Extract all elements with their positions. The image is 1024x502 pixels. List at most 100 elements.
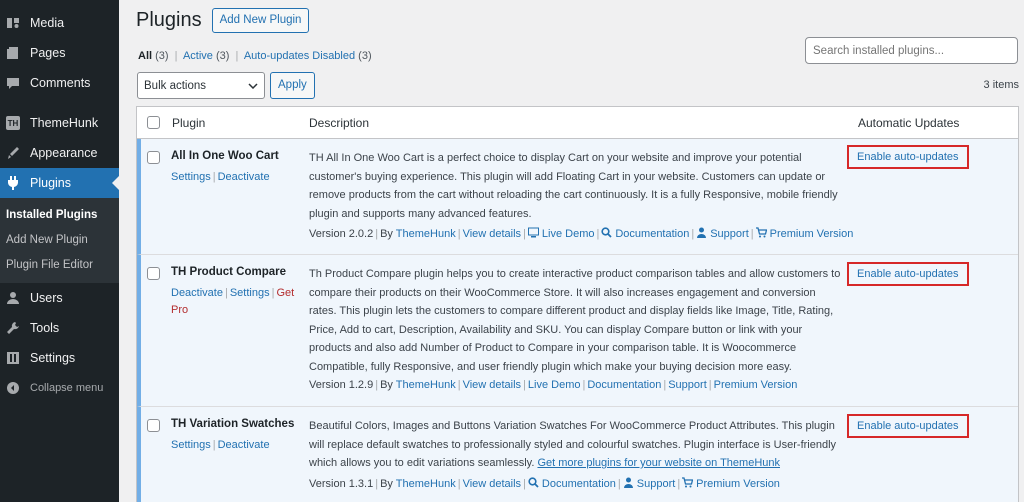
author-link[interactable]: ThemeHunk <box>396 228 456 240</box>
plugin-name: TH Product Compare <box>171 266 287 278</box>
view-details-link[interactable]: View details <box>463 478 522 490</box>
menu-label: Settings <box>30 351 76 365</box>
user-icon <box>697 227 707 238</box>
menu-item-tools[interactable]: Tools <box>0 313 119 343</box>
filter-separator: | <box>174 50 178 62</box>
bulk-actions-value: Bulk actions <box>144 79 207 92</box>
enable-auto-updates-link[interactable]: Enable auto-updates <box>847 414 969 438</box>
menu-item-plugins[interactable]: Plugins <box>0 168 119 198</box>
cart-icon <box>682 477 694 488</box>
collapse-icon <box>6 381 20 395</box>
plugin-actions: Settings | Deactivate <box>171 169 286 186</box>
plugin-name: All In One Woo Cart <box>171 150 279 162</box>
search-icon <box>601 227 612 238</box>
plugin-meta: Version 2.0.2 | By ThemeHunk | View details |… <box>309 227 854 240</box>
plugins-table: Plugin Description Automatic Updates All… <box>136 106 1019 502</box>
settings-link[interactable]: Settings <box>171 171 211 183</box>
bulk-actions-select[interactable]: Bulk actions <box>137 72 265 99</box>
themehunk-icon: TH <box>6 116 20 130</box>
support-link[interactable]: Support <box>668 379 707 391</box>
plugin-description: TH All In One Woo Cart is a perfect choi… <box>309 152 838 220</box>
filter-separator: | <box>235 50 239 62</box>
filter-all[interactable]: All (3) <box>138 50 169 62</box>
premium-version-link[interactable]: Premium Version <box>714 379 798 391</box>
collapse-menu-button[interactable]: Collapse menu <box>0 373 119 403</box>
user-icon <box>623 477 633 488</box>
apply-button[interactable]: Apply <box>270 72 315 99</box>
plugin-name: TH Variation Swatches <box>171 418 295 430</box>
add-new-plugin-button[interactable]: Add New Plugin <box>211 8 310 33</box>
support-link[interactable]: Support <box>623 477 675 490</box>
submenu-installed-plugins[interactable]: Installed Plugins <box>0 202 119 227</box>
settings-link[interactable]: Settings <box>171 439 211 451</box>
filter-autoupdates-disabled[interactable]: Auto-updates Disabled (3) <box>244 50 372 62</box>
live-demo-link[interactable]: Live Demo <box>528 379 581 391</box>
search-icon <box>528 477 539 488</box>
author-link[interactable]: ThemeHunk <box>396 379 456 391</box>
deactivate-link[interactable]: Deactivate <box>218 171 270 183</box>
row-checkbox[interactable] <box>147 151 160 164</box>
menu-label: Collapse menu <box>30 382 104 394</box>
enable-auto-updates-link[interactable]: Enable auto-updates <box>847 262 969 286</box>
view-details-link[interactable]: View details <box>463 228 522 240</box>
filter-active[interactable]: Active (3) <box>183 50 229 62</box>
chevron-down-icon <box>248 80 258 92</box>
menu-label: Tools <box>30 321 60 335</box>
author-link[interactable]: ThemeHunk <box>396 478 456 490</box>
action-separator: | <box>212 171 216 183</box>
deactivate-link[interactable]: Deactivate <box>218 439 270 451</box>
pages-icon <box>6 46 20 60</box>
support-link[interactable]: Support <box>696 227 749 240</box>
enable-auto-updates-link[interactable]: Enable auto-updates <box>847 145 969 169</box>
live-demo-link[interactable]: Live Demo <box>527 227 595 240</box>
premium-version-link[interactable]: Premium Version <box>755 227 853 240</box>
tools-icon <box>6 321 20 335</box>
menu-label: Pages <box>30 46 66 60</box>
submenu-add-new-plugin[interactable]: Add New Plugin <box>0 227 119 252</box>
plugin-actions: Deactivate | Settings | Get Pro <box>171 285 294 319</box>
plugins-submenu: Installed Plugins Add New Plugin Plugin … <box>0 198 119 283</box>
items-count: 3 items <box>983 79 1019 91</box>
documentation-link[interactable]: Documentation <box>587 379 661 391</box>
documentation-link[interactable]: Documentation <box>528 477 616 490</box>
column-header-plugin: Plugin <box>172 116 206 130</box>
media-icon <box>6 16 20 30</box>
appearance-icon <box>6 146 20 160</box>
table-header: Plugin Description Automatic Updates <box>137 107 1018 139</box>
monitor-icon <box>527 227 539 238</box>
menu-item-appearance[interactable]: Appearance <box>0 138 119 168</box>
settings-link[interactable]: Settings <box>230 287 270 299</box>
menu-item-settings[interactable]: Settings <box>0 343 119 373</box>
row-checkbox[interactable] <box>147 267 160 280</box>
select-all-checkbox[interactable] <box>147 116 160 129</box>
view-details-link[interactable]: View details <box>463 379 522 391</box>
menu-item-users[interactable]: Users <box>0 283 119 313</box>
row-checkbox[interactable] <box>147 419 160 432</box>
deactivate-link[interactable]: Deactivate <box>171 287 223 299</box>
menu-item-themehunk[interactable]: TH ThemeHunk <box>0 108 119 138</box>
premium-version-link[interactable]: Premium Version <box>682 477 780 490</box>
menu-label: Plugins <box>30 176 71 190</box>
plugin-actions: Settings | Deactivate <box>171 437 286 454</box>
main-content: Plugins Add New Plugin All (3) | Active … <box>119 0 1024 502</box>
menu-item-pages[interactable]: Pages <box>0 38 119 68</box>
page-title: Plugins <box>136 9 202 31</box>
menu-label: Media <box>30 16 65 30</box>
column-header-description: Description <box>309 116 370 130</box>
submenu-plugin-file-editor[interactable]: Plugin File Editor <box>0 252 119 277</box>
cart-icon <box>755 227 767 238</box>
documentation-link[interactable]: Documentation <box>601 227 689 240</box>
search-plugins-input[interactable] <box>805 37 1018 64</box>
plugin-description: Th Product Compare plugin helps you to c… <box>309 268 841 373</box>
action-separator: | <box>224 287 228 299</box>
menu-item-media[interactable]: Media <box>0 8 119 38</box>
plugin-meta: Version 1.3.1 | By ThemeHunk | View details |… <box>309 477 780 490</box>
menu-item-comments[interactable]: Comments <box>0 68 119 98</box>
action-separator: | <box>212 439 216 451</box>
table-row: All In One Woo Cart Settings | Deactivate … <box>137 139 1018 255</box>
plugin-description: Beautiful Colors, Images and Buttons Var… <box>309 420 837 469</box>
table-row: TH Variation Swatches Settings | Deactivat… <box>137 407 1018 502</box>
menu-label: Comments <box>30 76 91 90</box>
plugin-meta: Version 1.2.9 | By ThemeHunk | View details |… <box>309 379 798 391</box>
get-more-plugins-link[interactable]: Get more plugins for your website on The… <box>537 457 780 469</box>
